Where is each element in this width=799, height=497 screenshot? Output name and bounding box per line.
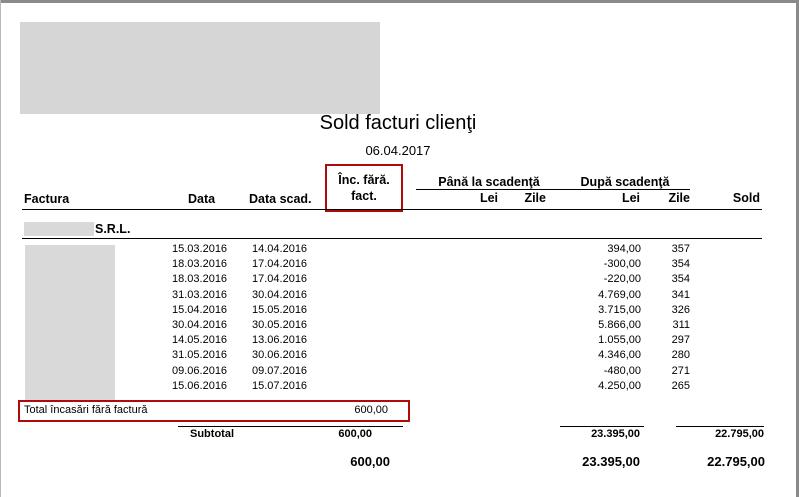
col-header-pana-lei: Lei	[479, 191, 498, 205]
subtotal-rule-dupa	[560, 426, 644, 427]
row-dupa-lei: -300,00	[603, 258, 641, 270]
row-dupa-zile: 357	[671, 243, 690, 255]
window-top-border	[0, 0, 799, 3]
col-group-pana-la-scadenta: Până la scadenţă	[438, 175, 540, 189]
row-dupa-zile: 341	[671, 289, 690, 301]
subtotal-inc: 600,00	[338, 428, 372, 440]
grand-total-dupa-lei: 23.395,00	[582, 454, 640, 469]
group-underline-pana	[416, 189, 562, 190]
report-date: 06.04.2017	[365, 143, 431, 158]
subtotal-rule-left	[178, 426, 403, 427]
row-date: 18.03.2016	[172, 258, 228, 270]
row-due-date: 15.07.2016	[252, 380, 308, 392]
subtotal-rule-sold	[676, 426, 764, 427]
row-date: 09.06.2016	[172, 365, 228, 377]
redacted-invoice-numbers	[25, 245, 115, 400]
row-dupa-lei: -220,00	[603, 273, 641, 285]
row-dupa-lei: 1.055,00	[598, 334, 641, 346]
row-dupa-lei: 4.769,00	[598, 289, 641, 301]
row-due-date: 13.06.2016	[252, 334, 308, 346]
total-incasari-value: 600,00	[354, 404, 388, 416]
row-dupa-zile: 354	[671, 258, 690, 270]
subtotal-dupa-lei: 23.395,00	[591, 428, 640, 440]
col-header-inc-line1: Înc. fără.	[338, 173, 390, 187]
row-dupa-zile: 311	[672, 319, 690, 331]
col-group-dupa-scadenta: După scadenţă	[580, 175, 670, 189]
client-name-suffix: S.R.L.	[95, 222, 131, 236]
group-underline-dupa	[560, 189, 690, 190]
row-due-date: 17.04.2016	[252, 273, 308, 285]
col-header-data: Data	[188, 192, 216, 206]
row-date: 15.06.2016	[172, 380, 228, 392]
row-due-date: 09.07.2016	[252, 365, 308, 377]
row-dupa-lei: 394,00	[607, 243, 641, 255]
row-dupa-zile: 297	[671, 334, 690, 346]
col-header-inc-line2: fact.	[351, 189, 377, 203]
subtotal-sold: 22.795,00	[715, 428, 764, 440]
row-date: 14.05.2016	[172, 334, 228, 346]
row-dupa-zile: 354	[671, 273, 690, 285]
row-dupa-zile: 271	[671, 365, 690, 377]
row-dupa-zile: 280	[671, 349, 690, 361]
grand-total-inc: 600,00	[350, 454, 390, 469]
row-due-date: 30.06.2016	[252, 349, 308, 361]
row-dupa-zile: 265	[671, 380, 690, 392]
row-due-date: 15.05.2016	[252, 304, 308, 316]
row-due-date: 30.05.2016	[252, 319, 308, 331]
row-date: 31.03.2016	[172, 289, 228, 301]
row-due-date: 14.04.2016	[252, 243, 308, 255]
redacted-client-name	[24, 222, 94, 236]
row-date: 30.04.2016	[172, 319, 228, 331]
subtotal-label: Subtotal	[190, 428, 234, 440]
client-rule	[22, 238, 762, 239]
row-dupa-lei: 4.250,00	[598, 380, 641, 392]
col-header-data-scad: Data scad.	[249, 192, 312, 206]
row-date: 15.03.2016	[172, 243, 228, 255]
col-header-dupa-lei: Lei	[621, 191, 640, 205]
row-due-date: 30.04.2016	[252, 289, 308, 301]
row-due-date: 17.04.2016	[252, 258, 308, 270]
row-date: 15.04.2016	[172, 304, 228, 316]
total-incasari-label: Total încasări fără factură	[24, 404, 148, 416]
row-date: 18.03.2016	[172, 273, 228, 285]
col-header-factura: Factura	[24, 192, 70, 206]
row-date: 31.05.2016	[172, 349, 228, 361]
row-dupa-lei: 4.346,00	[598, 349, 641, 361]
report-title: Sold facturi clienţi	[319, 112, 477, 134]
col-header-pana-zile: Zile	[524, 191, 546, 205]
row-dupa-zile: 326	[671, 304, 690, 316]
col-header-sold: Sold	[732, 191, 760, 205]
col-header-dupa-zile: Zile	[668, 191, 690, 205]
redacted-logo-area	[20, 22, 380, 114]
highlight-box-inc-header	[325, 164, 403, 212]
row-dupa-lei: -480,00	[603, 365, 641, 377]
window-left-border	[0, 0, 1, 497]
row-dupa-lei: 3.715,00	[598, 304, 641, 316]
row-dupa-lei: 5.866,00	[598, 319, 641, 331]
header-rule	[22, 209, 762, 210]
grand-total-sold: 22.795,00	[707, 454, 765, 469]
